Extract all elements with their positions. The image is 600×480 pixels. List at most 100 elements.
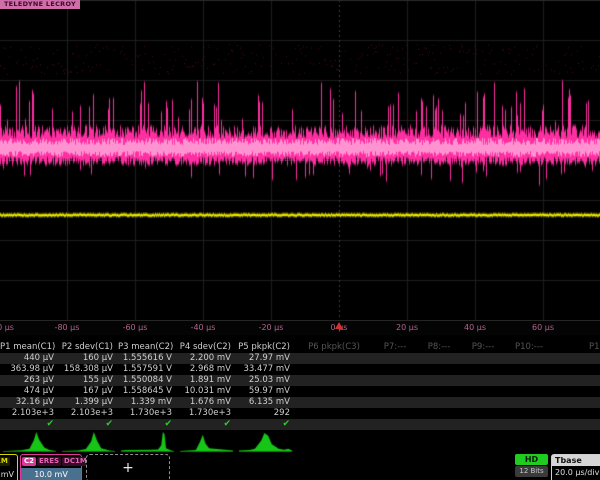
timebase-value: 20.0 µs/div [552,466,600,480]
stat-cell-P1-num: 2.103e+3 [0,408,59,419]
c1-chips: C1 DC1M [0,455,17,468]
stat-cell-P7-mean [373,364,417,375]
timebase-label: Tbase [552,455,600,466]
param-header-P8[interactable]: P8:--- [417,341,461,353]
c2-scale-value: 10.0 mV [21,468,81,480]
measure-row-sdev: 32.16 µV1.399 µV1.339 mV1.676 mV6.135 mV [0,397,600,408]
stat-cell-P9-sdev [461,397,505,408]
hd-label: HD [515,454,548,465]
stat-cell-P11-num [553,408,600,419]
measure-row-max: 474 µV167 µV1.558645 V10.031 mV59.97 mV [0,386,600,397]
stat-cell-P5-num: 292 [236,408,295,419]
param-header-P6[interactable]: P6 pkpk(C3) [295,341,373,353]
trigger-position-marker[interactable] [335,322,343,329]
stat-cell-P1-max: 474 µV [0,386,59,397]
stat-cell-P11-value [553,353,600,364]
measure-row-value: 440 µV160 µV1.555616 V2.200 mV27.97 mV [0,353,600,364]
stat-cell-P1-status: ✔ [0,419,59,430]
stat-cell-P8-mean [417,364,461,375]
param-header-P9[interactable]: P9:--- [461,341,505,353]
c2-chips: C2 ERES DC1M [21,455,81,468]
time-tick-label: -60 µs [123,323,148,332]
param-header-P4[interactable]: P4 sdev(C2) [177,341,236,353]
stat-cell-P1-sdev: 32.16 µV [0,397,59,408]
param-header-P10[interactable]: P10:--- [505,341,553,353]
stat-cell-P3-max: 1.558645 V [118,386,177,397]
stat-cell-P6-sdev [295,397,373,408]
param-header-P2[interactable]: P2 sdev(C1) [59,341,118,353]
channel-descriptor-c2[interactable]: C2 ERES DC1M 10.0 mV [20,454,82,480]
stat-cell-P10-value [505,353,553,364]
stat-cell-P8-max [417,386,461,397]
time-tick-label: 60 µs [532,323,554,332]
stat-cell-P11-status [553,419,600,430]
param-header-P5[interactable]: P5 pkpk(C2) [236,341,295,353]
stat-cell-P3-min: 1.550084 V [118,375,177,386]
stat-cell-P4-value: 2.200 mV [177,353,236,364]
stat-cell-P9-status [461,419,505,430]
stat-cell-P8-sdev [417,397,461,408]
stat-cell-P8-value [417,353,461,364]
vendor-logo: TELEDYNE LECROY [0,0,80,9]
stat-cell-P3-value: 1.555616 V [118,353,177,364]
stat-cell-P7-min [373,375,417,386]
c1-coupling-chip: DC1M [0,457,10,466]
stat-cell-P7-value [373,353,417,364]
stat-cell-P1-value: 440 µV [0,353,59,364]
oscilloscope-screen: TELEDYNE LECROY -100 µs-80 µs-60 µs-40 µ… [0,0,600,480]
stat-cell-P1-mean: 363.98 µV [0,364,59,375]
descriptor-bar: C1 DC1M 10.0 mV C2 ERES DC1M 10.0 mV + H… [0,454,600,480]
param-header-P7[interactable]: P7:--- [373,341,417,353]
stat-cell-P2-mean: 158.308 µV [59,364,118,375]
stat-cell-P10-mean [505,364,553,375]
stat-cell-P9-min [461,375,505,386]
stat-cell-P3-mean: 1.557591 V [118,364,177,375]
stat-cell-P3-sdev: 1.339 mV [118,397,177,408]
time-axis: -100 µs-80 µs-60 µs-40 µs-20 µs0 µs20 µs… [0,320,600,335]
stat-cell-P9-max [461,386,505,397]
stat-cell-P2-sdev: 1.399 µV [59,397,118,408]
stat-cell-P4-min: 1.891 mV [177,375,236,386]
stat-cell-P5-status: ✔ [236,419,295,430]
stat-cell-P2-num: 2.103e+3 [59,408,118,419]
c1-scale-value: 10.0 mV [0,468,17,480]
waveform-grid-canvas [0,0,600,320]
stat-cell-P2-value: 160 µV [59,353,118,364]
stat-cell-P11-max [553,386,600,397]
time-tick-label: -80 µs [55,323,80,332]
stat-cell-P4-status: ✔ [177,419,236,430]
stat-cell-P6-max [295,386,373,397]
stat-cell-P11-min [553,375,600,386]
c2-eres-chip: ERES [37,457,61,466]
hd-mode-badge[interactable]: HD 12 Bits [515,454,548,480]
stat-cell-P7-sdev [373,397,417,408]
c2-label-chip: C2 [22,457,36,466]
time-tick-label: -20 µs [259,323,284,332]
hd-bits-label: 12 Bits [515,466,548,477]
stat-cell-P6-status [295,419,373,430]
histicon-canvas [0,430,600,453]
stat-cell-P7-max [373,386,417,397]
stat-cell-P11-mean [553,364,600,375]
stat-cell-P9-value [461,353,505,364]
measure-row-min: 263 µV155 µV1.550084 V1.891 mV25.03 mV [0,375,600,386]
time-tick-label: -100 µs [0,323,14,332]
channel-descriptor-c1[interactable]: C1 DC1M 10.0 mV [0,454,18,480]
stat-cell-P7-num [373,408,417,419]
stat-cell-P10-sdev [505,397,553,408]
time-tick-label: 20 µs [396,323,418,332]
c2-coupling-chip: DC1M [62,457,89,466]
stat-cell-P10-min [505,375,553,386]
stat-cell-P4-mean: 2.968 mV [177,364,236,375]
stat-cell-P6-mean [295,364,373,375]
measure-row-status: ✔✔✔✔✔ [0,419,600,430]
time-tick-label: 40 µs [464,323,486,332]
param-header-P11[interactable]: P11:--- [553,341,600,353]
stat-cell-P10-max [505,386,553,397]
stat-cell-P4-max: 10.031 mV [177,386,236,397]
timebase-descriptor[interactable]: Tbase 20.0 µs/div [551,454,600,480]
add-trace-button[interactable]: + [86,454,170,480]
stat-cell-P4-num: 1.730e+3 [177,408,236,419]
param-header-P3[interactable]: P3 mean(C2) [118,341,177,353]
param-header-P1[interactable]: P1 mean(C1) [0,341,59,353]
